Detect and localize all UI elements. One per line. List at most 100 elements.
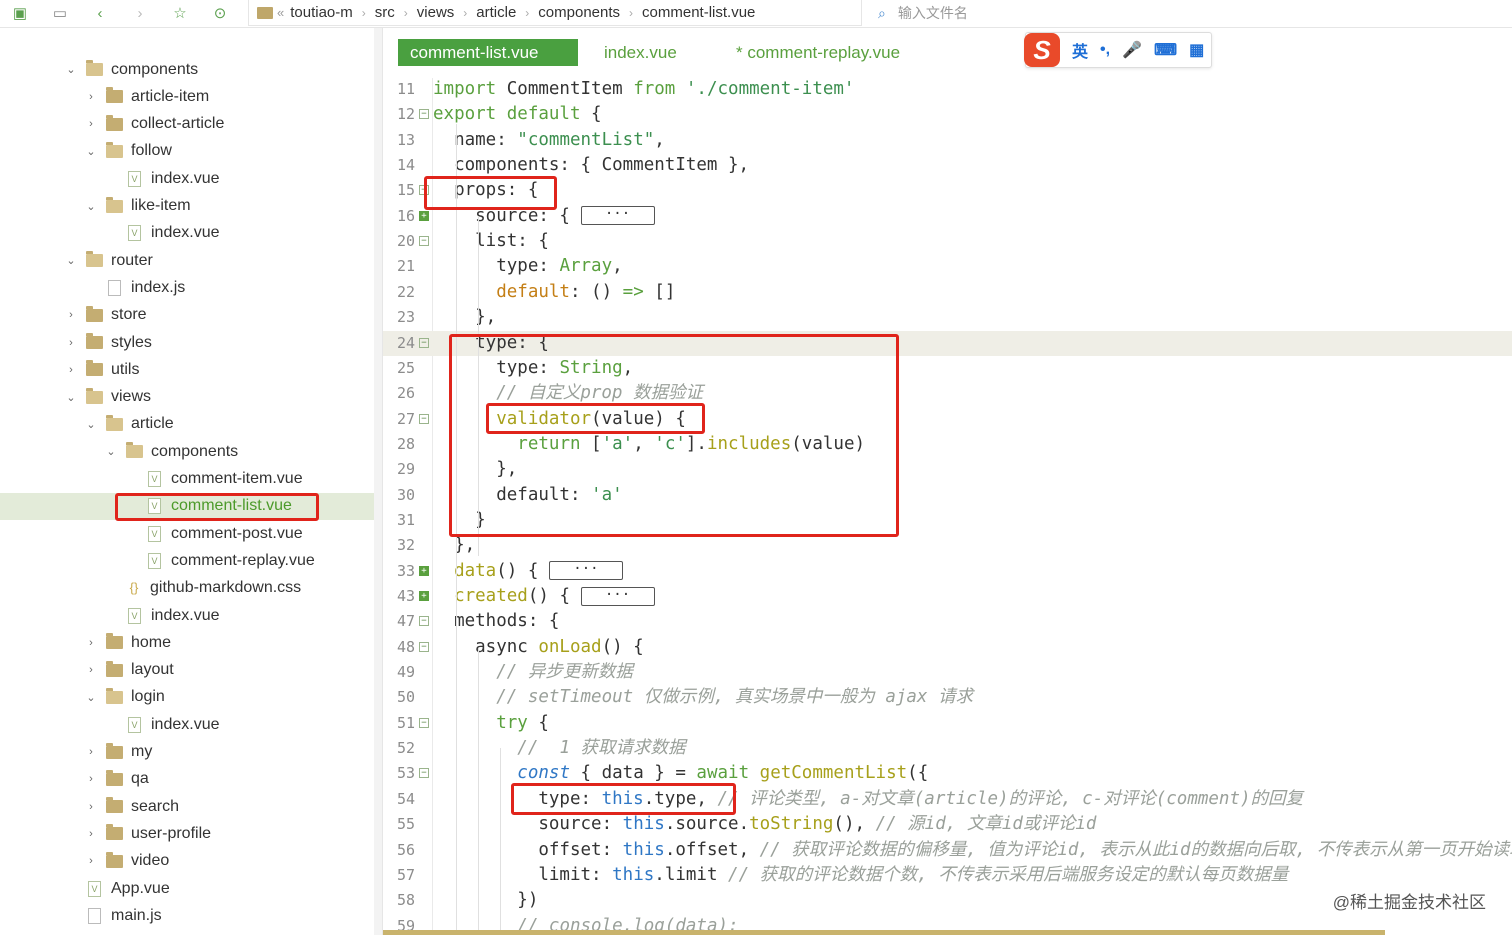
tree-item[interactable]: ⌄ components xyxy=(0,438,374,465)
tree-item[interactable]: › utils xyxy=(0,356,374,383)
code-line[interactable]: 20− list: { xyxy=(383,229,1512,254)
breadcrumb-item[interactable]: views xyxy=(417,4,455,21)
collapse-fold-icon[interactable]: − xyxy=(419,413,429,424)
code-text[interactable]: source: this.source.toString(), // 源id, … xyxy=(433,812,1096,837)
tree-item[interactable]: Vindex.vue xyxy=(0,165,374,192)
code-line[interactable]: 49 // 异步更新数据 xyxy=(383,660,1512,685)
code-line[interactable]: 43 + created() { ··· xyxy=(383,584,1512,609)
run-icon[interactable]: ⊙ xyxy=(210,4,230,24)
tree-item[interactable]: {} github-markdown.css xyxy=(0,575,374,602)
grid-icon[interactable]: ▦ xyxy=(1189,40,1204,60)
tree-item[interactable]: V App.vue xyxy=(0,875,374,902)
code-text[interactable]: data() { ··· xyxy=(433,559,623,584)
collapse-fold-icon[interactable]: − xyxy=(419,109,429,120)
tree-item[interactable]: ⌄ like-item xyxy=(0,193,374,220)
star-icon[interactable]: ☆ xyxy=(170,4,190,24)
code-text[interactable]: methods: { xyxy=(433,609,559,634)
code-line[interactable]: 50 // setTimeout 仅做示例, 真实场景中一般为 ajax 请求 xyxy=(383,685,1512,710)
tree-item[interactable]: ⌄ components xyxy=(0,56,374,83)
sogou-logo[interactable]: S xyxy=(1024,33,1060,67)
expand-fold-icon[interactable]: + xyxy=(419,565,429,576)
tab-comment-replay[interactable]: * comment-replay.vue xyxy=(736,39,900,66)
code-line[interactable]: 57 limit: this.limit // 获取的评论数据个数, 不传表示采… xyxy=(383,863,1512,888)
tree-item[interactable]: › video xyxy=(0,848,374,875)
breadcrumb-item[interactable]: comment-list.vue xyxy=(642,4,755,21)
code-text[interactable]: components: { CommentItem }, xyxy=(433,153,749,178)
file-search[interactable]: ⌕ 输入文件名 xyxy=(868,0,1512,26)
tree-item[interactable]: › collect-article xyxy=(0,111,374,138)
collapse-fold-icon[interactable]: − xyxy=(419,616,429,627)
code-text[interactable]: async onLoad() { xyxy=(433,635,644,660)
chevron-right-icon[interactable]: › xyxy=(84,637,98,649)
tree-item[interactable]: ⌄ router xyxy=(0,247,374,274)
tree-item[interactable]: main.js xyxy=(0,902,374,929)
tree-item[interactable]: Vindex.vue xyxy=(0,220,374,247)
chevron-right-icon[interactable]: › xyxy=(84,801,98,813)
breadcrumb-item[interactable]: components xyxy=(538,4,620,21)
collapse-fold-icon[interactable]: − xyxy=(419,717,429,728)
code-line[interactable]: 33 + data() { ··· xyxy=(383,559,1512,584)
breadcrumb-item[interactable]: toutiao-m xyxy=(290,4,353,21)
code-text[interactable]: // 异步更新数据 xyxy=(433,660,633,685)
back-icon[interactable]: ‹ xyxy=(90,4,110,24)
code-text[interactable]: export default { xyxy=(433,102,602,127)
code-line[interactable]: 14 components: { CommentItem }, xyxy=(383,153,1512,178)
microphone-icon[interactable]: 🎤 xyxy=(1122,40,1142,60)
collapse-fold-icon[interactable]: − xyxy=(419,641,429,652)
breadcrumb-back-marker[interactable]: « xyxy=(277,5,284,20)
tree-item[interactable]: › layout xyxy=(0,657,374,684)
tree-item[interactable]: Vcomment-replay.vue xyxy=(0,547,374,574)
tree-item[interactable]: ⌄ article xyxy=(0,411,374,438)
chevron-right-icon[interactable]: › xyxy=(84,855,98,867)
collapse-fold-icon[interactable]: − xyxy=(419,768,429,779)
chevron-down-icon[interactable]: ⌄ xyxy=(64,63,78,76)
code-line[interactable]: 52 // 1 获取请求数据 xyxy=(383,736,1512,761)
tree-item[interactable]: index.js xyxy=(0,274,374,301)
forward-icon[interactable]: › xyxy=(130,4,150,24)
code-line[interactable]: 55 source: this.source.toString(), // 源i… xyxy=(383,812,1512,837)
collapse-fold-icon[interactable]: − xyxy=(419,236,429,247)
tree-item[interactable]: › article-item xyxy=(0,83,374,110)
code-line[interactable]: 56 offset: this.offset, // 获取评论数据的偏移量, 值… xyxy=(383,838,1512,863)
collapse-fold-icon[interactable]: − xyxy=(419,337,429,348)
horizontal-scrollbar[interactable] xyxy=(383,930,1385,935)
tree-item[interactable]: Vindex.vue xyxy=(0,602,374,629)
new-file-icon[interactable]: ▣ xyxy=(10,4,30,24)
chevron-down-icon[interactable]: ⌄ xyxy=(84,418,98,431)
code-text[interactable]: created() { ··· xyxy=(433,584,655,609)
code-text[interactable]: // setTimeout 仅做示例, 真实场景中一般为 ajax 请求 xyxy=(433,685,973,710)
chevron-right-icon[interactable]: › xyxy=(84,664,98,676)
chevron-right-icon[interactable]: › xyxy=(64,337,78,349)
ime-punct-icon[interactable]: •, xyxy=(1100,41,1110,59)
code-line[interactable]: 13 name: "commentList", xyxy=(383,128,1512,153)
code-text[interactable]: name: "commentList", xyxy=(433,128,665,153)
code-line[interactable]: 22 default: () => [] xyxy=(383,280,1512,305)
code-line[interactable]: 48− async onLoad() { xyxy=(383,635,1512,660)
chevron-down-icon[interactable]: ⌄ xyxy=(64,254,78,267)
code-line[interactable]: 47− methods: { xyxy=(383,609,1512,634)
keyboard-icon[interactable]: ⌨ xyxy=(1154,40,1177,60)
code-line[interactable]: 32 }, xyxy=(383,533,1512,558)
chevron-right-icon[interactable]: › xyxy=(84,828,98,840)
breadcrumb-item[interactable]: src xyxy=(375,4,395,21)
chevron-down-icon[interactable]: ⌄ xyxy=(84,145,98,158)
ime-lang-toggle[interactable]: 英 xyxy=(1072,38,1088,62)
chevron-down-icon[interactable]: ⌄ xyxy=(64,391,78,404)
chevron-right-icon[interactable]: › xyxy=(84,91,98,103)
code-text[interactable]: }) xyxy=(433,888,538,913)
code-line[interactable]: 12− export default { xyxy=(383,102,1512,127)
chevron-right-icon[interactable]: › xyxy=(84,746,98,758)
tree-item[interactable]: Vcomment-post.vue xyxy=(0,520,374,547)
tree-item[interactable]: ⌄ views xyxy=(0,384,374,411)
chevron-right-icon[interactable]: › xyxy=(64,309,78,321)
tree-item[interactable]: › home xyxy=(0,629,374,656)
tab-comment-list[interactable]: comment-list.vue xyxy=(398,39,578,66)
tree-item[interactable]: › user-profile xyxy=(0,820,374,847)
tree-item[interactable]: › my xyxy=(0,739,374,766)
chevron-down-icon[interactable]: ⌄ xyxy=(84,691,98,704)
tree-item[interactable]: › store xyxy=(0,302,374,329)
tree-item[interactable]: › qa xyxy=(0,766,374,793)
code-line[interactable]: 23 }, xyxy=(383,305,1512,330)
file-search-placeholder[interactable]: 输入文件名 xyxy=(898,3,968,23)
code-text[interactable]: default: () => [] xyxy=(433,280,675,305)
